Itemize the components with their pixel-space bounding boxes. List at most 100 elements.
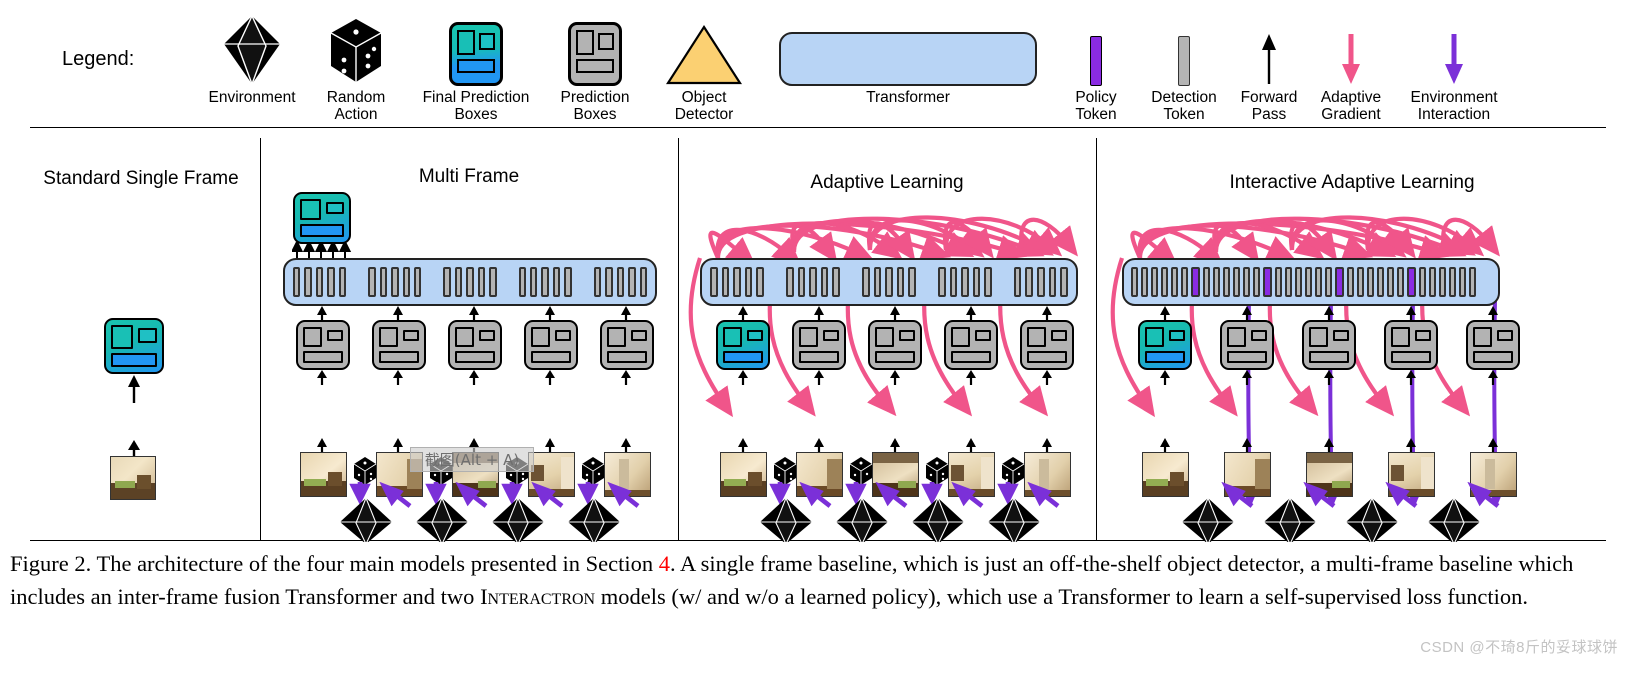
detection-token — [797, 266, 806, 298]
caption-smallcaps-interactron: Interactron — [480, 584, 596, 609]
caption-section-ref: 4 — [658, 551, 671, 576]
detection-token — [1315, 266, 1322, 298]
detection-token — [1357, 266, 1364, 298]
detection-token — [1013, 266, 1022, 298]
detection-token — [338, 266, 347, 298]
prediction-boxes — [1220, 320, 1274, 370]
forward-pass-arrow — [1324, 370, 1334, 385]
detection-token — [832, 266, 840, 298]
detection-token — [293, 266, 301, 298]
detection-token — [1161, 266, 1168, 298]
detection-token — [639, 266, 647, 298]
forward-pass-arrow — [1406, 370, 1416, 385]
detection-token — [756, 266, 764, 298]
panel-divider-1 — [260, 138, 261, 540]
final-prediction-boxes — [716, 320, 770, 370]
detection-token — [961, 266, 969, 298]
detection-token — [1387, 266, 1394, 298]
detection-token — [1025, 266, 1034, 298]
detection-token — [908, 266, 916, 298]
legend-label: Detection Token — [1151, 89, 1217, 123]
detection-token — [820, 266, 829, 298]
legend-label: Environment — [208, 89, 296, 106]
detection-token — [1203, 266, 1210, 298]
detection-token — [391, 266, 399, 298]
prediction-boxes — [1466, 320, 1520, 370]
environment-octahedron-group — [1428, 482, 1500, 542]
detection-token — [628, 266, 636, 298]
legend-item-transformer: Transformer — [778, 14, 1038, 106]
detection-token — [616, 266, 625, 298]
detection-token — [710, 266, 718, 298]
detection-token — [873, 266, 882, 298]
forward-pass-arrow — [317, 370, 327, 385]
detection-token — [443, 266, 451, 298]
figure-root: Legend: Environment Random Action Final … — [0, 0, 1636, 690]
legend-label: Prediction Boxes — [560, 89, 630, 123]
detection-token — [593, 266, 602, 298]
detection-token — [1285, 266, 1292, 298]
forward-pass-arrow — [890, 370, 900, 385]
caption-part-1: Figure 2. The architecture of the four m… — [10, 551, 659, 576]
octahedron-icon — [205, 14, 299, 86]
detection-token — [972, 266, 981, 298]
panel-divider-2 — [678, 138, 679, 540]
policy-token-icon — [1062, 14, 1130, 86]
detection-token — [1459, 266, 1466, 298]
legend-label: Transformer — [866, 89, 950, 106]
prediction-boxes — [372, 320, 426, 370]
legend-item-final-prediction-boxes: Final Prediction Boxes — [418, 14, 534, 123]
detection-token — [733, 266, 741, 298]
policy-token — [1407, 266, 1416, 298]
detection-token — [530, 266, 538, 298]
arrow-down-pink-icon — [1310, 14, 1392, 86]
figure-caption: Figure 2. The architecture of the four m… — [10, 547, 1626, 613]
prediction-boxes — [1020, 320, 1074, 370]
forward-pass-arrow — [1042, 370, 1052, 385]
detection-token — [489, 266, 497, 298]
detection-token — [315, 266, 324, 298]
legend-divider — [30, 127, 1606, 128]
detection-token — [454, 266, 463, 298]
prediction-boxes — [1302, 320, 1356, 370]
rounded-bar-icon — [778, 14, 1038, 86]
arrow-down-purple-icon — [1398, 14, 1510, 86]
legend-item-prediction-boxes: Prediction Boxes — [548, 14, 642, 123]
dice-icon — [313, 14, 399, 86]
prediction-boxes — [524, 320, 578, 370]
forward-pass-arrow — [393, 370, 403, 385]
detection-token — [861, 266, 870, 298]
prediction-boxes — [296, 320, 350, 370]
detection-token — [1048, 266, 1057, 298]
detection-token — [1419, 266, 1426, 298]
detection-token — [1367, 266, 1374, 298]
panel-divider-3 — [1096, 138, 1097, 540]
arrow-up-icon — [1232, 14, 1306, 86]
detection-token — [605, 266, 613, 298]
detection-token — [785, 266, 794, 298]
detection-token — [896, 266, 905, 298]
detection-token — [466, 266, 474, 298]
panel-title-multi-frame: Multi Frame — [418, 166, 520, 187]
final-prediction-boxes-icon — [418, 14, 534, 86]
legend-item-object-detector: Object Detector — [658, 14, 750, 123]
detection-token — [1429, 266, 1436, 298]
detection-token — [809, 266, 817, 298]
detection-token — [1305, 266, 1312, 298]
policy-token — [1335, 266, 1344, 298]
legend-label: Adaptive Gradient — [1320, 89, 1382, 123]
prediction-boxes — [600, 320, 654, 370]
forward-pass-arrow — [1242, 370, 1252, 385]
legend-label: Object Detector — [674, 89, 734, 123]
detection-token — [379, 266, 388, 298]
detection-token — [402, 266, 410, 298]
legend-label: Environment Interaction — [1410, 89, 1498, 123]
forward-pass-arrow — [966, 370, 976, 385]
detection-token — [541, 266, 549, 298]
detection-token — [1213, 266, 1220, 298]
prediction-boxes — [448, 320, 502, 370]
final-prediction-boxes — [293, 192, 351, 244]
detection-token-icon — [1146, 14, 1222, 86]
screenshot-tooltip[interactable]: 截图(Alt + A) — [410, 447, 534, 472]
detection-token — [477, 266, 486, 298]
